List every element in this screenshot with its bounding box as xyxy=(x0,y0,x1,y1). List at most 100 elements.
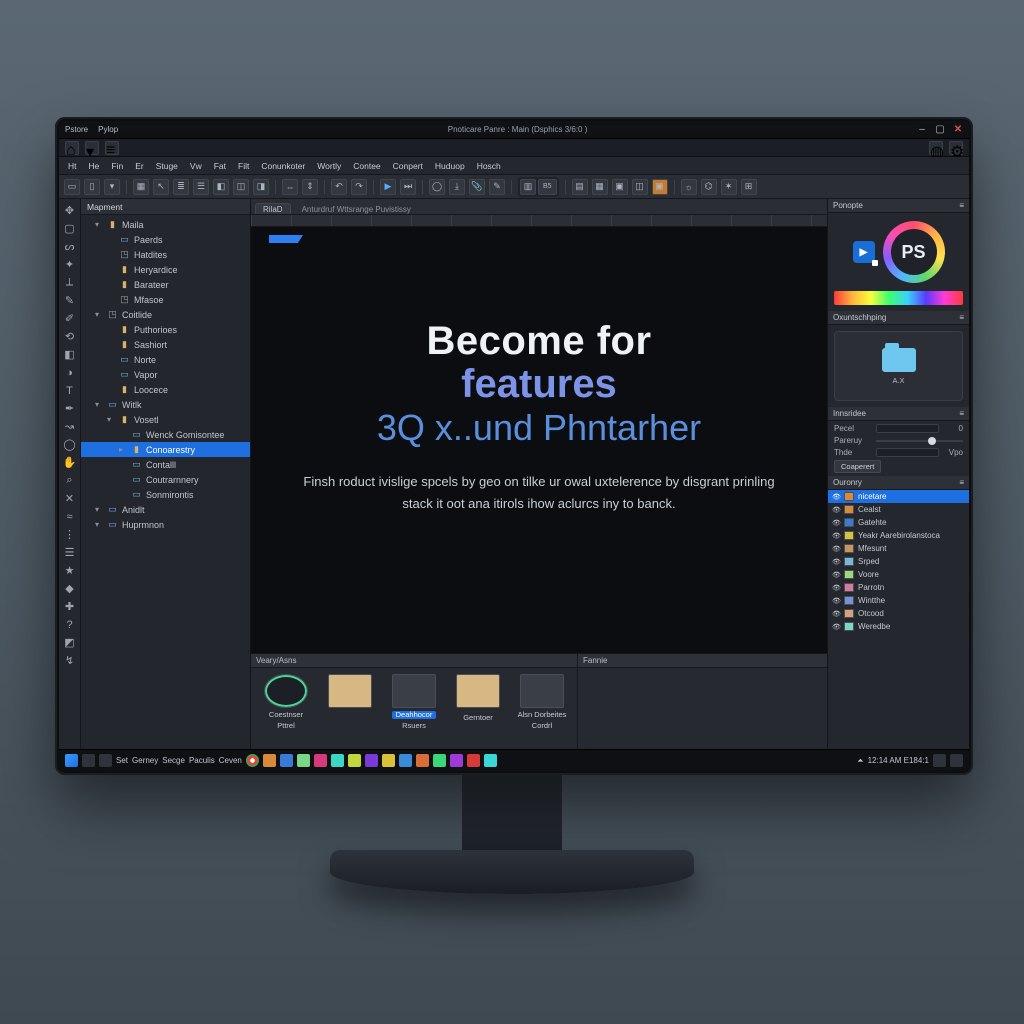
crop-tool-icon[interactable]: ⟂ xyxy=(62,275,77,290)
globe-icon[interactable]: ◍ xyxy=(929,141,943,155)
misc-j-icon[interactable]: ↯ xyxy=(62,653,77,668)
wand-icon[interactable]: ✎ xyxy=(489,179,505,195)
layer-item[interactable]: 👁Cealst xyxy=(828,503,969,516)
align-left-icon[interactable]: ◧ xyxy=(213,179,229,195)
menu-filt[interactable]: Filt xyxy=(233,160,254,172)
menu-fat[interactable]: Fat xyxy=(209,160,231,172)
taskbar-app-icon[interactable] xyxy=(467,754,480,767)
tree-item[interactable]: ◳Hatdites xyxy=(81,247,250,262)
brush-tool-icon[interactable]: ✐ xyxy=(62,311,77,326)
taskbar-app-icon[interactable] xyxy=(280,754,293,767)
chrome-icon[interactable] xyxy=(246,754,259,767)
taskbar-app-icon[interactable] xyxy=(450,754,463,767)
layer-item[interactable]: 👁Mfesunt xyxy=(828,542,969,555)
layer-item[interactable]: 👁Parrotn xyxy=(828,581,969,594)
taskbar-app-icon[interactable] xyxy=(331,754,344,767)
tree-item[interactable]: ▭Coutrarnnery xyxy=(81,472,250,487)
panel-menu-icon[interactable]: ≡ xyxy=(959,201,964,210)
visibility-icon[interactable]: 👁 xyxy=(832,545,840,553)
taskbar-app-icon[interactable] xyxy=(314,754,327,767)
cols-icon[interactable]: ☰ xyxy=(193,179,209,195)
tree-item[interactable]: ▾▮Maila xyxy=(81,217,250,232)
panel-4-icon[interactable]: ◫ xyxy=(632,179,648,195)
taskbar-app-icon[interactable] xyxy=(382,754,395,767)
taskbar-app-icon[interactable] xyxy=(263,754,276,767)
tray-2-icon[interactable] xyxy=(950,754,963,767)
asset-thumb[interactable]: Alsn Dorbeites Cordrl xyxy=(515,674,569,731)
layout-a-icon[interactable]: ▥ xyxy=(520,179,536,195)
menu-hosch[interactable]: Hosch xyxy=(472,160,506,172)
visibility-icon[interactable]: 👁 xyxy=(832,597,840,605)
distribute-v-icon[interactable]: ⇕ xyxy=(302,179,318,195)
tree-item[interactable]: ▭Vapor xyxy=(81,367,250,382)
asset-thumb[interactable]: Coestnser Pttrel xyxy=(259,674,313,731)
layer-item[interactable]: 👁nicetare xyxy=(828,490,969,503)
taskbar-app-icon[interactable] xyxy=(348,754,361,767)
layer-item[interactable]: 👁Gatehte xyxy=(828,516,969,529)
tb-label-4[interactable]: Paculis xyxy=(189,756,215,765)
menu-fin[interactable]: Fin xyxy=(106,160,128,172)
menu-huduop[interactable]: Huduop xyxy=(430,160,470,172)
hand-tool-icon[interactable]: ✋ xyxy=(62,455,77,470)
asset-thumb[interactable] xyxy=(323,674,377,714)
taskbar-app-icon[interactable] xyxy=(297,754,310,767)
menu-conunkoter[interactable]: Conunkoter xyxy=(256,160,310,172)
marquee-tool-icon[interactable]: ▢ xyxy=(62,221,77,236)
opacity-slider[interactable] xyxy=(876,440,963,442)
step-icon[interactable]: ⏭ xyxy=(400,179,416,195)
tb-label-3[interactable]: Secge xyxy=(162,756,185,765)
layer-item[interactable]: 👁Srped xyxy=(828,555,969,568)
asset-thumb[interactable]: Deahhocor Rsuers xyxy=(387,674,441,731)
tree-item[interactable]: ◳Mfasoe xyxy=(81,292,250,307)
color-wheel[interactable]: PS xyxy=(883,221,945,283)
page-icon[interactable]: ▯ xyxy=(84,179,100,195)
ext-3-icon[interactable]: ✶ xyxy=(721,179,737,195)
zoom-tool-icon[interactable]: ⌕ xyxy=(62,473,77,488)
list-icon[interactable]: ≡ xyxy=(105,141,119,155)
tree-item[interactable]: ▭Paerds xyxy=(81,232,250,247)
shape-tool-icon[interactable]: ◯ xyxy=(62,437,77,452)
layer-item[interactable]: 👁Yeakr Aarebirolanstoca xyxy=(828,529,969,542)
visibility-icon[interactable]: 👁 xyxy=(832,558,840,566)
align-center-icon[interactable]: ◫ xyxy=(233,179,249,195)
menu-stuge[interactable]: Stuge xyxy=(151,160,183,172)
play-icon[interactable]: ▶ xyxy=(380,179,396,195)
tb-label-1[interactable]: Set xyxy=(116,756,128,765)
menu-wortly[interactable]: Wortly xyxy=(312,160,346,172)
dropdown-icon[interactable]: ▾ xyxy=(85,141,99,155)
clone-tool-icon[interactable]: ⟲ xyxy=(62,329,77,344)
panel-menu-icon[interactable]: ≡ xyxy=(959,409,964,418)
taskbar-app-icon[interactable] xyxy=(484,754,497,767)
taskbar-app-icon[interactable] xyxy=(399,754,412,767)
tree-item[interactable]: ▭Wenck Gomisontee xyxy=(81,427,250,442)
grid-icon[interactable]: ▦ xyxy=(133,179,149,195)
tree-item[interactable]: ▸▮Conoarestry xyxy=(81,442,250,457)
file-icon[interactable]: ▭ xyxy=(64,179,80,195)
layer-item[interactable]: 👁Voore xyxy=(828,568,969,581)
menu-er[interactable]: Er xyxy=(130,160,149,172)
pen-tool-icon[interactable]: ✒ xyxy=(62,401,77,416)
misc-e-icon[interactable]: ★ xyxy=(62,563,77,578)
taskbar-app-icon[interactable] xyxy=(365,754,378,767)
menu-vw[interactable]: Vw xyxy=(185,160,207,172)
align-right-icon[interactable]: ◨ xyxy=(253,179,269,195)
prop-input[interactable] xyxy=(876,448,939,457)
misc-c-icon[interactable]: ⋮ xyxy=(62,527,77,542)
tree-item[interactable]: ▾▭Witlk xyxy=(81,397,250,412)
rows-icon[interactable]: ≣ xyxy=(173,179,189,195)
tb-label-5[interactable]: Ceven xyxy=(219,756,242,765)
apply-button[interactable]: Coaperert xyxy=(834,460,881,473)
ps-badge-icon[interactable]: ▶ xyxy=(853,241,875,263)
attach-icon[interactable]: 📎 xyxy=(469,179,485,195)
panel-1-icon[interactable]: ▤ xyxy=(572,179,588,195)
panel-2-icon[interactable]: ▦ xyxy=(592,179,608,195)
distribute-h-icon[interactable]: ⇔ xyxy=(282,179,298,195)
visibility-icon[interactable]: 👁 xyxy=(832,519,840,527)
pointer-icon[interactable]: ↖ xyxy=(153,179,169,195)
tree-item[interactable]: ▾▭Anidlt xyxy=(81,502,250,517)
clock[interactable]: 12:14 AM E184:1 xyxy=(868,756,929,765)
menu-ht[interactable]: Ht xyxy=(63,160,82,172)
layer-item[interactable]: 👁Wintthe xyxy=(828,594,969,607)
path-tool-icon[interactable]: ↝ xyxy=(62,419,77,434)
ext-2-icon[interactable]: ⌬ xyxy=(701,179,717,195)
